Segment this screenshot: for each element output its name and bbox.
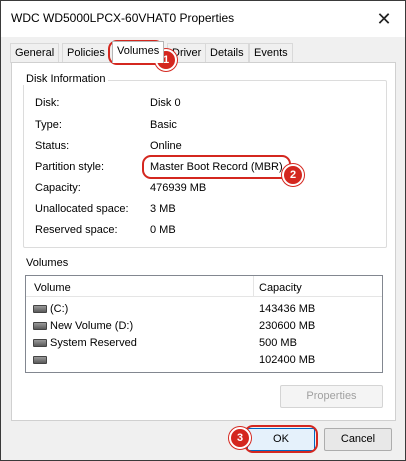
reserved-label: Reserved space: xyxy=(35,224,118,236)
close-icon[interactable]: ✕ xyxy=(371,7,397,31)
status-label: Status: xyxy=(35,140,70,152)
properties-button[interactable]: Properties xyxy=(280,385,383,408)
disk-icon xyxy=(33,356,47,364)
volume-row[interactable]: 102400 MB xyxy=(26,352,382,369)
disk-icon xyxy=(33,339,47,347)
status-value: Online xyxy=(150,140,182,152)
partition-style-label: Partition style: xyxy=(35,161,105,173)
volume-row[interactable]: New Volume (D:) 230600 MB xyxy=(26,318,382,335)
volumes-title: Volumes xyxy=(26,257,69,269)
disk-label: Disk: xyxy=(35,97,60,109)
tab-policies[interactable]: Policies xyxy=(62,43,110,63)
properties-dialog: WDC WD5000LPCX-60VHAT0 Properties ✕ Gene… xyxy=(0,0,406,461)
ok-button[interactable]: OK xyxy=(247,428,315,451)
tab-strip: General Policies Volumes Driver Details … xyxy=(10,41,400,63)
volume-name: System Reserved xyxy=(50,337,137,349)
partition-style-value: Master Boot Record (MBR) xyxy=(150,161,283,173)
column-divider[interactable] xyxy=(253,276,254,296)
type-value: Basic xyxy=(150,119,177,131)
annotation-step-3: 3 xyxy=(229,427,251,449)
column-header-capacity[interactable]: Capacity xyxy=(259,282,302,294)
capacity-value: 476939 MB xyxy=(150,182,207,194)
volume-capacity: 230600 MB xyxy=(259,320,316,332)
volumes-list-header: Volume Capacity xyxy=(26,276,382,297)
volume-name: New Volume (D:) xyxy=(50,320,134,332)
type-label: Type: xyxy=(35,119,62,131)
volume-name: (C:) xyxy=(50,303,69,315)
column-header-volume[interactable]: Volume xyxy=(34,282,71,294)
window-title: WDC WD5000LPCX-60VHAT0 Properties xyxy=(11,11,235,25)
unallocated-value: 3 MB xyxy=(150,203,176,215)
volume-row[interactable]: System Reserved 500 MB xyxy=(26,335,382,352)
volume-row[interactable]: (C:) 143436 MB xyxy=(26,301,382,318)
disk-info-title: Disk Information xyxy=(23,73,109,85)
capacity-label: Capacity: xyxy=(35,182,81,194)
disk-icon xyxy=(33,305,47,313)
tab-general[interactable]: General xyxy=(10,43,60,63)
disk-value: Disk 0 xyxy=(150,97,181,109)
tab-details[interactable]: Details xyxy=(205,43,249,63)
disk-icon xyxy=(33,322,47,330)
reserved-value: 0 MB xyxy=(150,224,176,236)
title-bar: WDC WD5000LPCX-60VHAT0 Properties ✕ xyxy=(1,1,405,37)
tab-volumes[interactable]: Volumes xyxy=(112,41,165,63)
cancel-button[interactable]: Cancel xyxy=(324,428,392,451)
volume-capacity: 102400 MB xyxy=(259,354,316,366)
tab-events[interactable]: Events xyxy=(249,43,293,63)
annotation-step-2: 2 xyxy=(282,164,304,186)
unallocated-label: Unallocated space: xyxy=(35,203,129,215)
volume-capacity: 143436 MB xyxy=(259,303,316,315)
volume-capacity: 500 MB xyxy=(259,337,297,349)
volumes-list[interactable]: Volume Capacity (C:) 143436 MB New Volum… xyxy=(25,275,383,373)
